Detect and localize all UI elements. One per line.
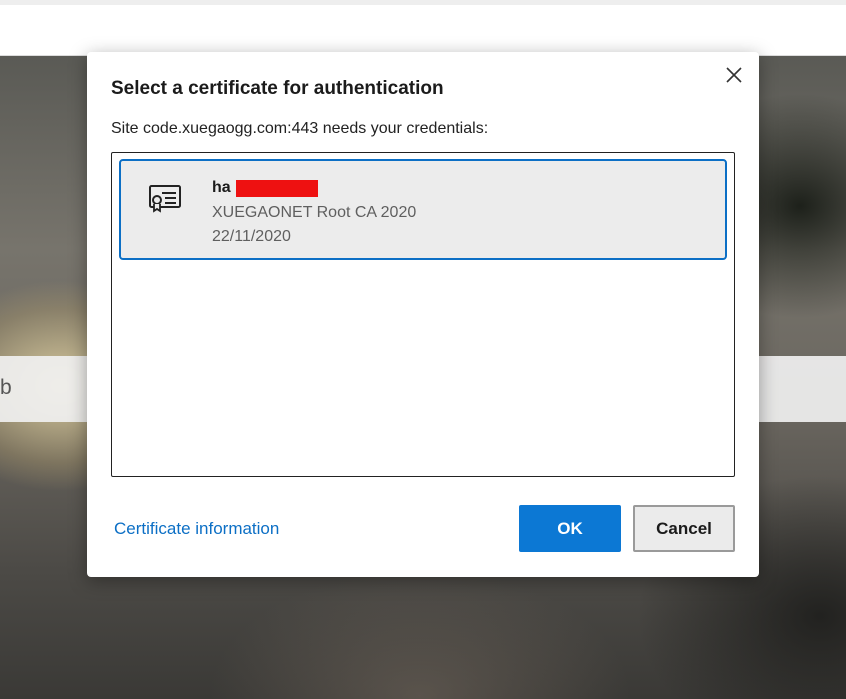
cancel-button[interactable]: Cancel	[633, 505, 735, 552]
browser-address-strip	[0, 5, 846, 56]
ok-button[interactable]: OK	[519, 505, 621, 552]
certificate-date: 22/11/2020	[212, 228, 291, 245]
redaction-mark	[236, 180, 318, 197]
dialog-title: Select a certificate for authentication	[111, 78, 444, 99]
certificate-name: ha	[212, 179, 231, 196]
certificate-information-link[interactable]: Certificate information	[114, 519, 279, 539]
close-icon	[726, 67, 742, 83]
certificate-list[interactable]: ha XUEGAONET Root CA 2020 22/11/2020	[111, 152, 735, 477]
certificate-dialog: Select a certificate for authentication …	[87, 52, 759, 577]
page-search-text: b	[0, 376, 12, 399]
certificate-list-item[interactable]: ha XUEGAONET Root CA 2020 22/11/2020	[119, 159, 727, 260]
dialog-subtitle: Site code.xuegaogg.com:443 needs your cr…	[111, 120, 489, 137]
certificate-icon	[149, 185, 181, 213]
certificate-issuer: XUEGAONET Root CA 2020	[212, 204, 417, 221]
close-button[interactable]	[719, 60, 749, 90]
